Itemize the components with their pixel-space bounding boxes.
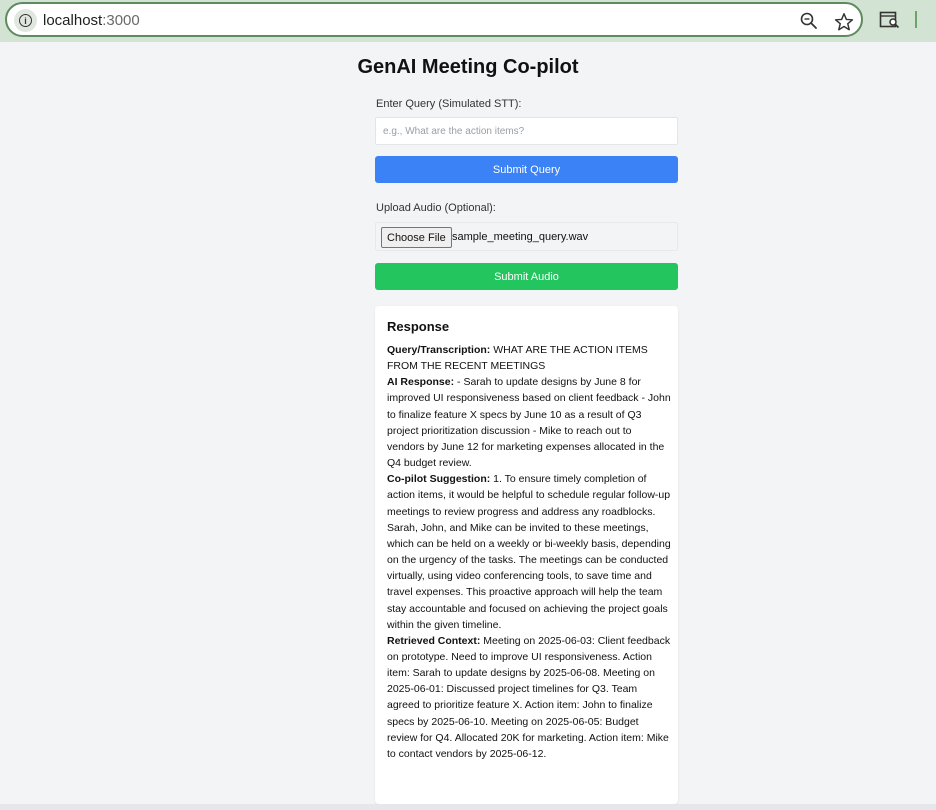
retrieved-context-heading: Retrieved Context: <box>387 634 481 647</box>
toolbar-divider <box>915 11 917 28</box>
url-text[interactable]: localhost:3000 <box>43 12 140 29</box>
query-transcription-heading: Query/Transcription: <box>387 344 491 356</box>
star-icon[interactable] <box>833 11 855 33</box>
copilot-suggestion: Co-pilot Suggestion: 1. To ensure timely… <box>387 471 671 633</box>
file-upload-field: Choose File sample_meeting_query.wav <box>375 222 678 251</box>
browser-toolbar: i localhost:3000 <box>0 0 936 42</box>
response-card: Response Query/Transcription: WHAT ARE T… <box>375 306 678 804</box>
query-label: Enter Query (Simulated STT): <box>376 98 522 110</box>
retrieved-context: Retrieved Context: Meeting on 2025-06-03… <box>387 633 671 762</box>
copilot-suggestion-text: 1. To ensure timely completion of action… <box>387 473 671 631</box>
choose-file-button[interactable]: Choose File <box>381 227 452 248</box>
upload-label: Upload Audio (Optional): <box>376 202 496 214</box>
extension-icon[interactable] <box>879 11 901 29</box>
response-title: Response <box>387 319 450 334</box>
url-port: :3000 <box>102 12 140 29</box>
zoom-icon[interactable] <box>799 11 819 31</box>
page-bottom-edge <box>0 804 936 810</box>
retrieved-context-text: Meeting on 2025-06-03: Client feedback o… <box>387 634 671 760</box>
copilot-suggestion-heading: Co-pilot Suggestion: <box>387 473 491 486</box>
page-title: GenAI Meeting Co-pilot <box>357 56 579 78</box>
submit-audio-button[interactable]: Submit Audio <box>375 263 678 290</box>
site-info-button[interactable]: i <box>14 9 37 32</box>
query-transcription: Query/Transcription: WHAT ARE THE ACTION… <box>387 342 671 374</box>
query-input[interactable] <box>375 117 678 145</box>
selected-file-name: sample_meeting_query.wav <box>452 231 589 243</box>
submit-query-button[interactable]: Submit Query <box>375 156 678 183</box>
response-body: Query/Transcription: WHAT ARE THE ACTION… <box>387 342 671 762</box>
ai-response-heading: AI Response: <box>387 376 455 389</box>
address-bar[interactable]: i localhost:3000 <box>5 2 863 37</box>
url-host: localhost <box>43 12 103 29</box>
ai-response-text: - Sarah to update designs by June 8 for … <box>387 376 671 470</box>
info-icon: i <box>19 14 32 27</box>
ai-response: AI Response: - Sarah to update designs b… <box>387 374 671 471</box>
